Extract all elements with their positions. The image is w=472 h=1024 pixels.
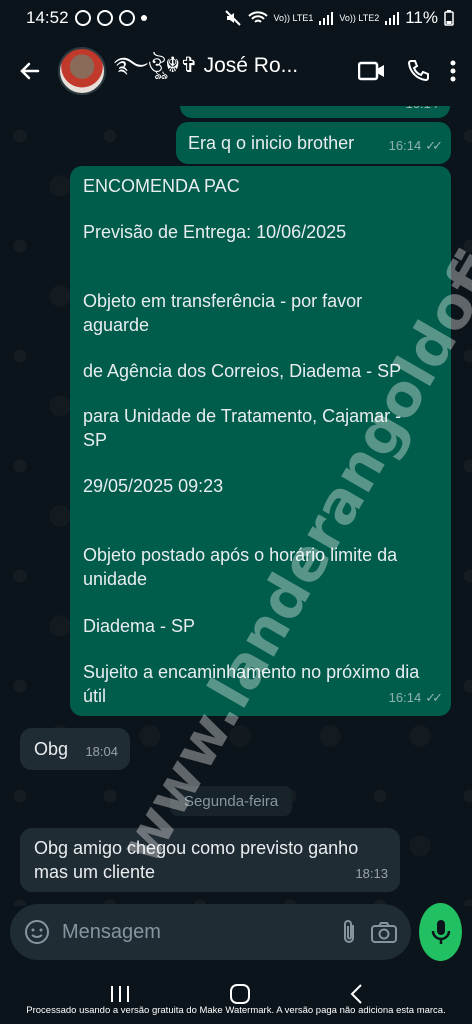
message-line: de Agência dos Correios, Diadema - SP <box>83 361 402 381</box>
message-line: Objeto postado após o horário limite da … <box>83 545 398 589</box>
partial-message-bubble[interactable]: 16:14 <box>180 106 450 118</box>
message-time: 16:14 <box>388 690 422 705</box>
message-bubble-outgoing[interactable]: ENCOMENDA PAC Previsão de Entrega: 10/06… <box>70 166 451 716</box>
status-time: 14:52 <box>26 8 69 27</box>
battery-percent: 11% <box>405 8 438 27</box>
signal-bars-icon <box>319 12 334 25</box>
message-input[interactable] <box>62 920 327 944</box>
wifi-icon <box>247 11 268 23</box>
message-line: 29/05/2025 09:23 <box>83 476 224 496</box>
sticker-icon[interactable] <box>24 919 50 945</box>
signal-lte2-label: Vo)) LTE2 <box>339 12 380 23</box>
more-options-icon[interactable] <box>450 59 456 83</box>
voice-message-button[interactable] <box>419 903 462 961</box>
microphone-icon <box>431 920 450 944</box>
message-text: Era q o inicio brother <box>188 133 355 153</box>
recent-apps-icon[interactable] <box>109 984 131 1004</box>
double-check-icon: ✓✓ <box>425 690 443 705</box>
signal-lte1-label: Vo)) LTE1 <box>273 12 314 23</box>
arrow-left-icon <box>20 62 40 80</box>
message-text: Obg <box>34 739 69 759</box>
status-right: Vo)) LTE1 Vo)) LTE2 11% <box>224 8 454 28</box>
message-line: ENCOMENDA PAC <box>83 176 240 196</box>
status-left: 14:52 <box>26 8 147 28</box>
message-composer <box>0 900 472 964</box>
app-notification-icon <box>96 10 113 26</box>
day-separator: Segunda-feira <box>170 786 293 816</box>
message-meta: 16:14 ✓✓ <box>388 134 443 158</box>
message-bubble-incoming[interactable]: Obg 18:04 <box>20 728 130 770</box>
chrome-notification-icon <box>118 10 135 26</box>
message-time: 16:14 <box>388 138 422 153</box>
video-call-icon[interactable] <box>358 60 386 82</box>
mute-icon <box>224 10 241 26</box>
header-actions <box>358 59 462 83</box>
contact-name[interactable]: ࿐ঔৣ☬✞ José Ro... <box>114 42 314 101</box>
message-bubble-incoming[interactable]: Obg amigo chegou como previsto ganho mas… <box>20 828 400 892</box>
camera-icon[interactable] <box>371 921 397 943</box>
message-line: Objeto em transferência - por favor agua… <box>83 291 363 335</box>
message-line: Sujeito a encaminhamento no próximo dia … <box>83 662 420 706</box>
message-text: Obg amigo chegou como previsto ganho mas… <box>34 838 359 882</box>
message-line: Diadema - SP <box>83 616 196 636</box>
message-input-container <box>10 904 411 960</box>
message-time: 18:13 <box>355 866 388 881</box>
back-button[interactable] <box>10 51 50 91</box>
message-line: Previsão de Entrega: 10/06/2025 <box>83 222 347 242</box>
message-meta: 16:14 ✓✓ <box>388 686 443 710</box>
status-bar: 14:52 Vo)) LTE1 Vo)) LTE2 11% <box>0 0 472 36</box>
watermark-footer-note: Processado usando a versão gratuita do M… <box>26 1005 446 1016</box>
message-time: 16:14 <box>405 106 438 116</box>
message-bubble-outgoing[interactable]: Era q o inicio brother 16:14 ✓✓ <box>176 122 451 164</box>
whatsapp-notification-icon <box>74 10 91 26</box>
more-notifications-icon <box>140 15 147 21</box>
back-nav-icon[interactable] <box>349 983 363 1005</box>
battery-icon <box>444 10 454 26</box>
double-check-icon: ✓✓ <box>425 138 443 153</box>
home-icon[interactable] <box>229 983 251 1005</box>
chat-area[interactable]: 16:14 Era q o inicio brother 16:14 ✓✓ EN… <box>0 106 472 906</box>
phone-call-icon[interactable] <box>406 59 430 83</box>
signal-bars-icon <box>385 12 400 25</box>
avatar[interactable] <box>58 47 106 95</box>
attach-icon[interactable] <box>339 919 359 945</box>
chat-header: ࿐ঔৣ☬✞ José Ro... <box>0 36 472 106</box>
message-line: para Unidade de Tratamento, Cajamar - SP <box>83 406 402 450</box>
message-time: 18:04 <box>85 744 118 759</box>
